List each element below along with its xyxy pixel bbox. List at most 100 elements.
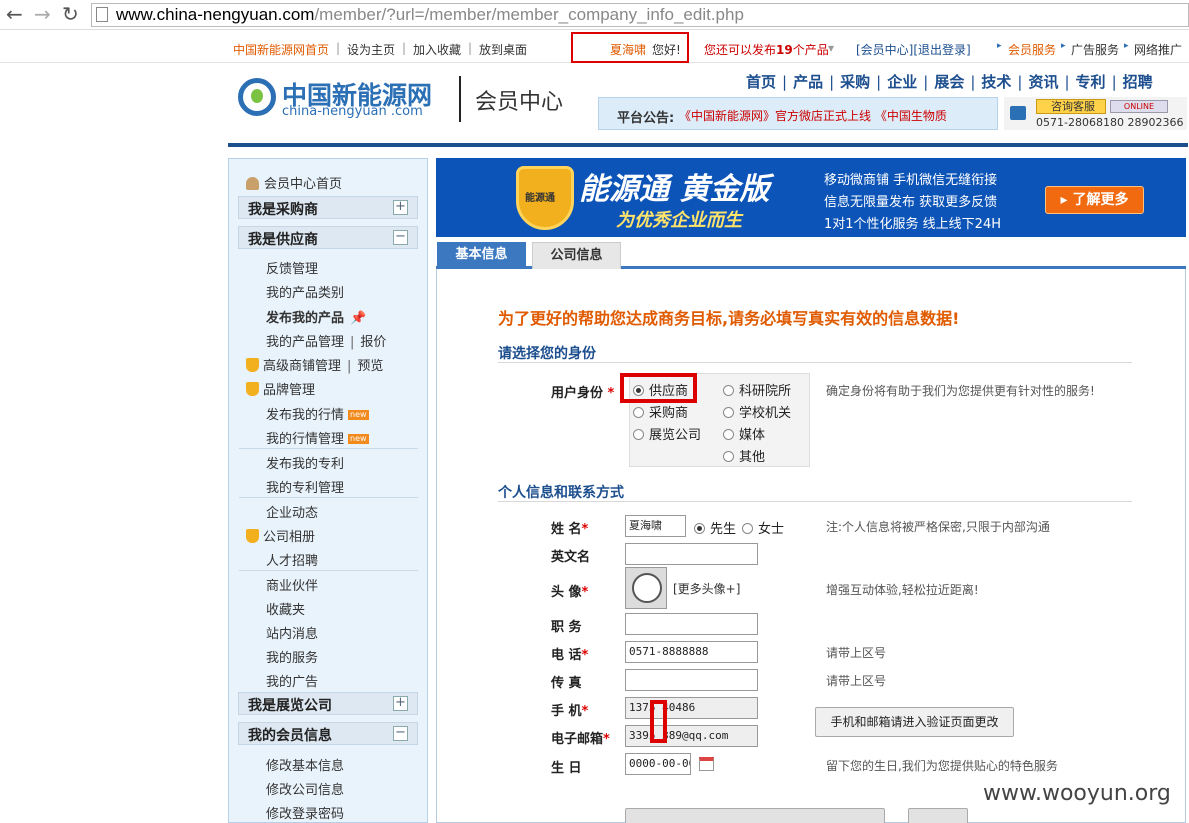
birthday-input[interactable]: 0000-00-00 <box>625 753 691 775</box>
phone-input[interactable]: 0571-8888888 <box>625 641 758 663</box>
nav-home[interactable]: 首页 <box>746 73 776 91</box>
fax-input[interactable] <box>625 669 758 691</box>
sidebar-item-shop-manage[interactable]: 高级商铺管理 | 预览 <box>246 355 383 374</box>
radio-research[interactable]: 科研院所 <box>723 380 791 399</box>
nav-companies[interactable]: 企业 <box>887 73 917 91</box>
sidebar-home[interactable]: 会员中心首页 <box>246 173 342 192</box>
sidebar-item-partners[interactable]: 商业伙伴 <box>266 575 318 594</box>
sidebar-item-company-news[interactable]: 企业动态 <box>266 502 318 521</box>
sidebar-item-product-category[interactable]: 我的产品类别 <box>266 282 344 301</box>
avatar-image[interactable] <box>625 567 667 609</box>
set-home-link[interactable]: 设为主页 <box>347 41 395 58</box>
collapse-minus-icon[interactable]: − <box>393 230 408 245</box>
add-favorite-link[interactable]: 加入收藏 <box>413 41 461 58</box>
expand-plus-icon[interactable]: + <box>393 200 408 215</box>
sidebar-item-product-manage[interactable]: 我的产品管理 | 报价 <box>266 331 386 350</box>
sidebar-item-publish-patent[interactable]: 发布我的专利 <box>266 453 344 472</box>
radio-female[interactable]: 女士 <box>742 518 784 537</box>
customer-service: 咨询客服 ONLINE 0571-28068180 28902366 <box>1004 97 1187 130</box>
nav-purchase[interactable]: 采购 <box>840 73 870 91</box>
net-promo-link[interactable]: 网络推广 <box>1134 41 1182 58</box>
address-bar[interactable]: www.china-nengyuan.com/member/?url=/memb… <box>91 3 1189 27</box>
title-input[interactable] <box>625 613 758 635</box>
avatar-note: 增强互动体验,轻松拉近距离! <box>826 583 979 597</box>
verify-button[interactable]: 手机和邮箱请进入验证页面更改 <box>815 707 1014 737</box>
member-service-link[interactable]: 会员服务 <box>1008 41 1056 58</box>
birthday-note: 留下您的生日,我们为您提供贴心的特色服务 <box>826 759 1058 773</box>
new-badge: new <box>348 410 369 420</box>
member-logout-links[interactable]: [会员中心][退出登录] <box>856 41 971 58</box>
member-center-title: 会员中心 <box>475 90 564 115</box>
sidebar-item-edit-password[interactable]: 修改登录密码 <box>266 803 344 822</box>
sidebar-item-messages[interactable]: 站内消息 <box>266 623 318 642</box>
nav-jobs[interactable]: 招聘 <box>1123 73 1153 91</box>
calendar-icon[interactable] <box>699 757 714 771</box>
tab-company-info[interactable]: 公司信息 <box>532 242 621 269</box>
sidebar-item-feedback[interactable]: 反馈管理 <box>266 258 318 277</box>
phone-label: 电 话* <box>551 648 589 663</box>
sidebar-section-exhibitor[interactable]: 我是展览公司 + <box>238 692 418 715</box>
desktop-link[interactable]: 放到桌面 <box>479 41 527 58</box>
sidebar-section-member-info[interactable]: 我的会员信息 − <box>238 722 418 745</box>
consult-button[interactable]: 咨询客服 <box>1036 99 1106 114</box>
reset-button[interactable] <box>908 808 968 823</box>
sidebar-item-favorites[interactable]: 收藏夹 <box>266 599 305 618</box>
sidebar-item-services[interactable]: 我的服务 <box>266 647 318 666</box>
nav-news[interactable]: 资讯 <box>1028 73 1058 91</box>
nav-patents[interactable]: 专利 <box>1076 73 1106 91</box>
forward-arrow-icon[interactable]: → <box>34 4 51 24</box>
section-identity: 请选择您的身份 <box>498 346 596 362</box>
sidebar-section-buyer[interactable]: 我是采购商 + <box>238 196 418 219</box>
radio-exhibitor[interactable]: 展览公司 <box>633 424 701 443</box>
tab-basic-info[interactable]: 基本信息 <box>437 242 526 269</box>
radio-male[interactable]: 先生 <box>694 518 736 537</box>
avatar-label: 头 像* <box>551 585 589 600</box>
tab-bar: 基本信息 公司信息 <box>436 241 1186 269</box>
notice-marquee[interactable]: 《中国新能源网》官方微店正式上线 《中国生物质 <box>679 107 947 124</box>
nav-tech[interactable]: 技术 <box>981 73 1011 91</box>
sidebar-section-supplier[interactable]: 我是供应商 − <box>238 226 418 249</box>
sidebar-item-edit-basic[interactable]: 修改基本信息 <box>266 755 344 774</box>
shield-icon <box>246 358 259 372</box>
sidebar-item-album[interactable]: 公司相册 <box>246 526 315 545</box>
radio-other[interactable]: 其他 <box>723 446 765 465</box>
email-input[interactable]: 3395 389@qq.com <box>625 725 758 747</box>
promo-banner[interactable]: 能源通 能源通 黄金版 为优秀企业而生 移动微商铺 手机微信无缝衔接 信息无限量… <box>436 158 1186 237</box>
sidebar-item-market-manage[interactable]: 我的行情管理 new <box>266 428 369 447</box>
sidebar-item-ads[interactable]: 我的广告 <box>266 671 318 690</box>
collapse-minus-icon[interactable]: − <box>393 726 408 741</box>
nav-exhibitions[interactable]: 展会 <box>934 73 964 91</box>
submit-button[interactable] <box>625 808 885 823</box>
chevron-down-icon[interactable]: ▾ <box>828 41 834 55</box>
sidebar-item-publish-market[interactable]: 发布我的行情 new <box>266 404 369 423</box>
mobile-input[interactable]: 1375 40486 <box>625 697 758 719</box>
birthday-label: 生 日 <box>551 761 582 776</box>
learn-more-button[interactable]: ▸ 了解更多 <box>1045 186 1144 214</box>
sidebar-item-preview[interactable]: 预览 <box>357 359 383 374</box>
sidebar-item-edit-company[interactable]: 修改公司信息 <box>266 779 344 798</box>
identity-label: 用户身份 * <box>551 386 615 401</box>
watermark: www.wooyun.org <box>983 781 1171 806</box>
sidebar-item-brand[interactable]: 品牌管理 <box>246 379 315 398</box>
radio-school[interactable]: 学校机关 <box>723 402 791 421</box>
mobile-label: 手 机* <box>551 704 589 719</box>
sidebar-item-recruit[interactable]: 人才招聘 <box>266 550 318 569</box>
sidebar-item-publish-product[interactable]: 发布我的产品 📌 <box>266 307 366 326</box>
back-arrow-icon[interactable]: ← <box>6 4 23 24</box>
publish-quota: 您还可以发布19个产品 <box>704 43 829 57</box>
nav-products[interactable]: 产品 <box>793 73 823 91</box>
sidebar-item-quote[interactable]: 报价 <box>360 335 386 350</box>
online-badge[interactable]: ONLINE <box>1110 100 1168 113</box>
expand-plus-icon[interactable]: + <box>393 696 408 711</box>
reload-icon[interactable]: ↻ <box>62 4 79 24</box>
radio-media[interactable]: 媒体 <box>723 424 765 443</box>
top-utility-bar: 中国新能源网首页 | 设为主页 | 加入收藏 | 放到桌面 夏海啸 您好! 您还… <box>0 31 1189 63</box>
name-input[interactable]: 夏海啸 <box>625 515 686 537</box>
ad-service-link[interactable]: 广告服务 <box>1071 41 1119 58</box>
sidebar-item-patent-manage[interactable]: 我的专利管理 <box>266 477 344 496</box>
en-name-input[interactable] <box>625 543 758 565</box>
radio-buyer[interactable]: 采购商 <box>633 402 688 421</box>
greeting: 您好! <box>652 43 681 57</box>
more-avatars-link[interactable]: [更多头像+] <box>673 580 740 597</box>
site-home-link[interactable]: 中国新能源网首页 <box>233 41 329 58</box>
